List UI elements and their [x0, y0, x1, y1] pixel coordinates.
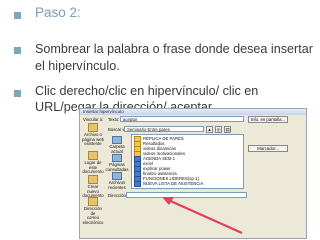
sidebar-item-this-document[interactable]: Lugar de este documento [82, 151, 104, 175]
sidebar-label: existente [84, 141, 102, 146]
document-place-icon [88, 151, 98, 160]
bullet-marker [14, 47, 21, 54]
link-type-sidebar: Archivo o página web existente Lugar de … [82, 123, 104, 237]
bullet-3-line-1: Clic derecho/clic en hipervínculo/ clic … [35, 84, 259, 98]
sidebar-item-new-document[interactable]: Crear nuevo documento [82, 175, 104, 199]
folder-icon [112, 136, 122, 144]
screentip-button[interactable]: Info. en pantalla... [248, 116, 288, 123]
address-label: Dirección: [108, 193, 128, 198]
sidebar-item-email[interactable]: Dirección de correo electrónico [82, 197, 104, 225]
link-to-label: Vincular a: [83, 117, 104, 122]
bullet-2-line-2: el hipervínculo. [35, 59, 120, 73]
text-label: Texto: [108, 117, 120, 122]
dialog-title: Insertar hipervínculo [80, 109, 306, 115]
browse-file-icon[interactable]: ▤ [224, 126, 231, 133]
up-folder-icon[interactable]: ▲ [206, 126, 213, 133]
bullet-marker [14, 12, 21, 19]
tab-browsed-pages[interactable]: Páginas consultadas [105, 154, 129, 172]
browse-bar: Carpeta actual Páginas consultadas Archi… [105, 136, 129, 189]
tab-current-folder[interactable]: Carpeta actual [105, 136, 129, 154]
sidebar-item-existing-file[interactable]: Archivo o página web existente [82, 123, 104, 147]
pointer-arrow-icon [162, 197, 243, 235]
new-document-icon [88, 175, 98, 184]
file-list[interactable]: RÉPLICA DE PARES Resultados videos dinam… [131, 134, 244, 189]
tab-label: recientes [108, 184, 126, 190]
bullet-marker [14, 90, 21, 97]
globe-page-icon [88, 123, 98, 132]
sidebar-label: documento [82, 169, 104, 174]
tab-recent-files[interactable]: Archivos recientes [105, 172, 129, 190]
bullet-paso-2: Paso 2: [35, 5, 81, 20]
document-icon [134, 181, 141, 187]
sidebar-label: electrónico [82, 219, 104, 225]
file-name: NUEVA LISTA DE ASISTENCIA [143, 181, 204, 186]
browsed-pages-icon [112, 154, 122, 162]
insert-hyperlink-dialog: Insertar hipervínculo Vincular a: Texto:… [79, 108, 307, 239]
list-item[interactable]: NUEVA LISTA DE ASISTENCIA [134, 181, 204, 187]
recent-files-icon [112, 172, 122, 180]
bullet-2-line-1: Sombrear la palabra o frase donde desea … [35, 42, 313, 56]
bookmark-button[interactable]: Marcador... [248, 145, 288, 152]
look-in-select[interactable]: Seminario Entre pares [124, 126, 204, 132]
text-to-display-input[interactable]: aceptar [120, 116, 244, 122]
search-web-icon[interactable]: ◎ [215, 126, 222, 133]
email-icon [88, 197, 98, 206]
